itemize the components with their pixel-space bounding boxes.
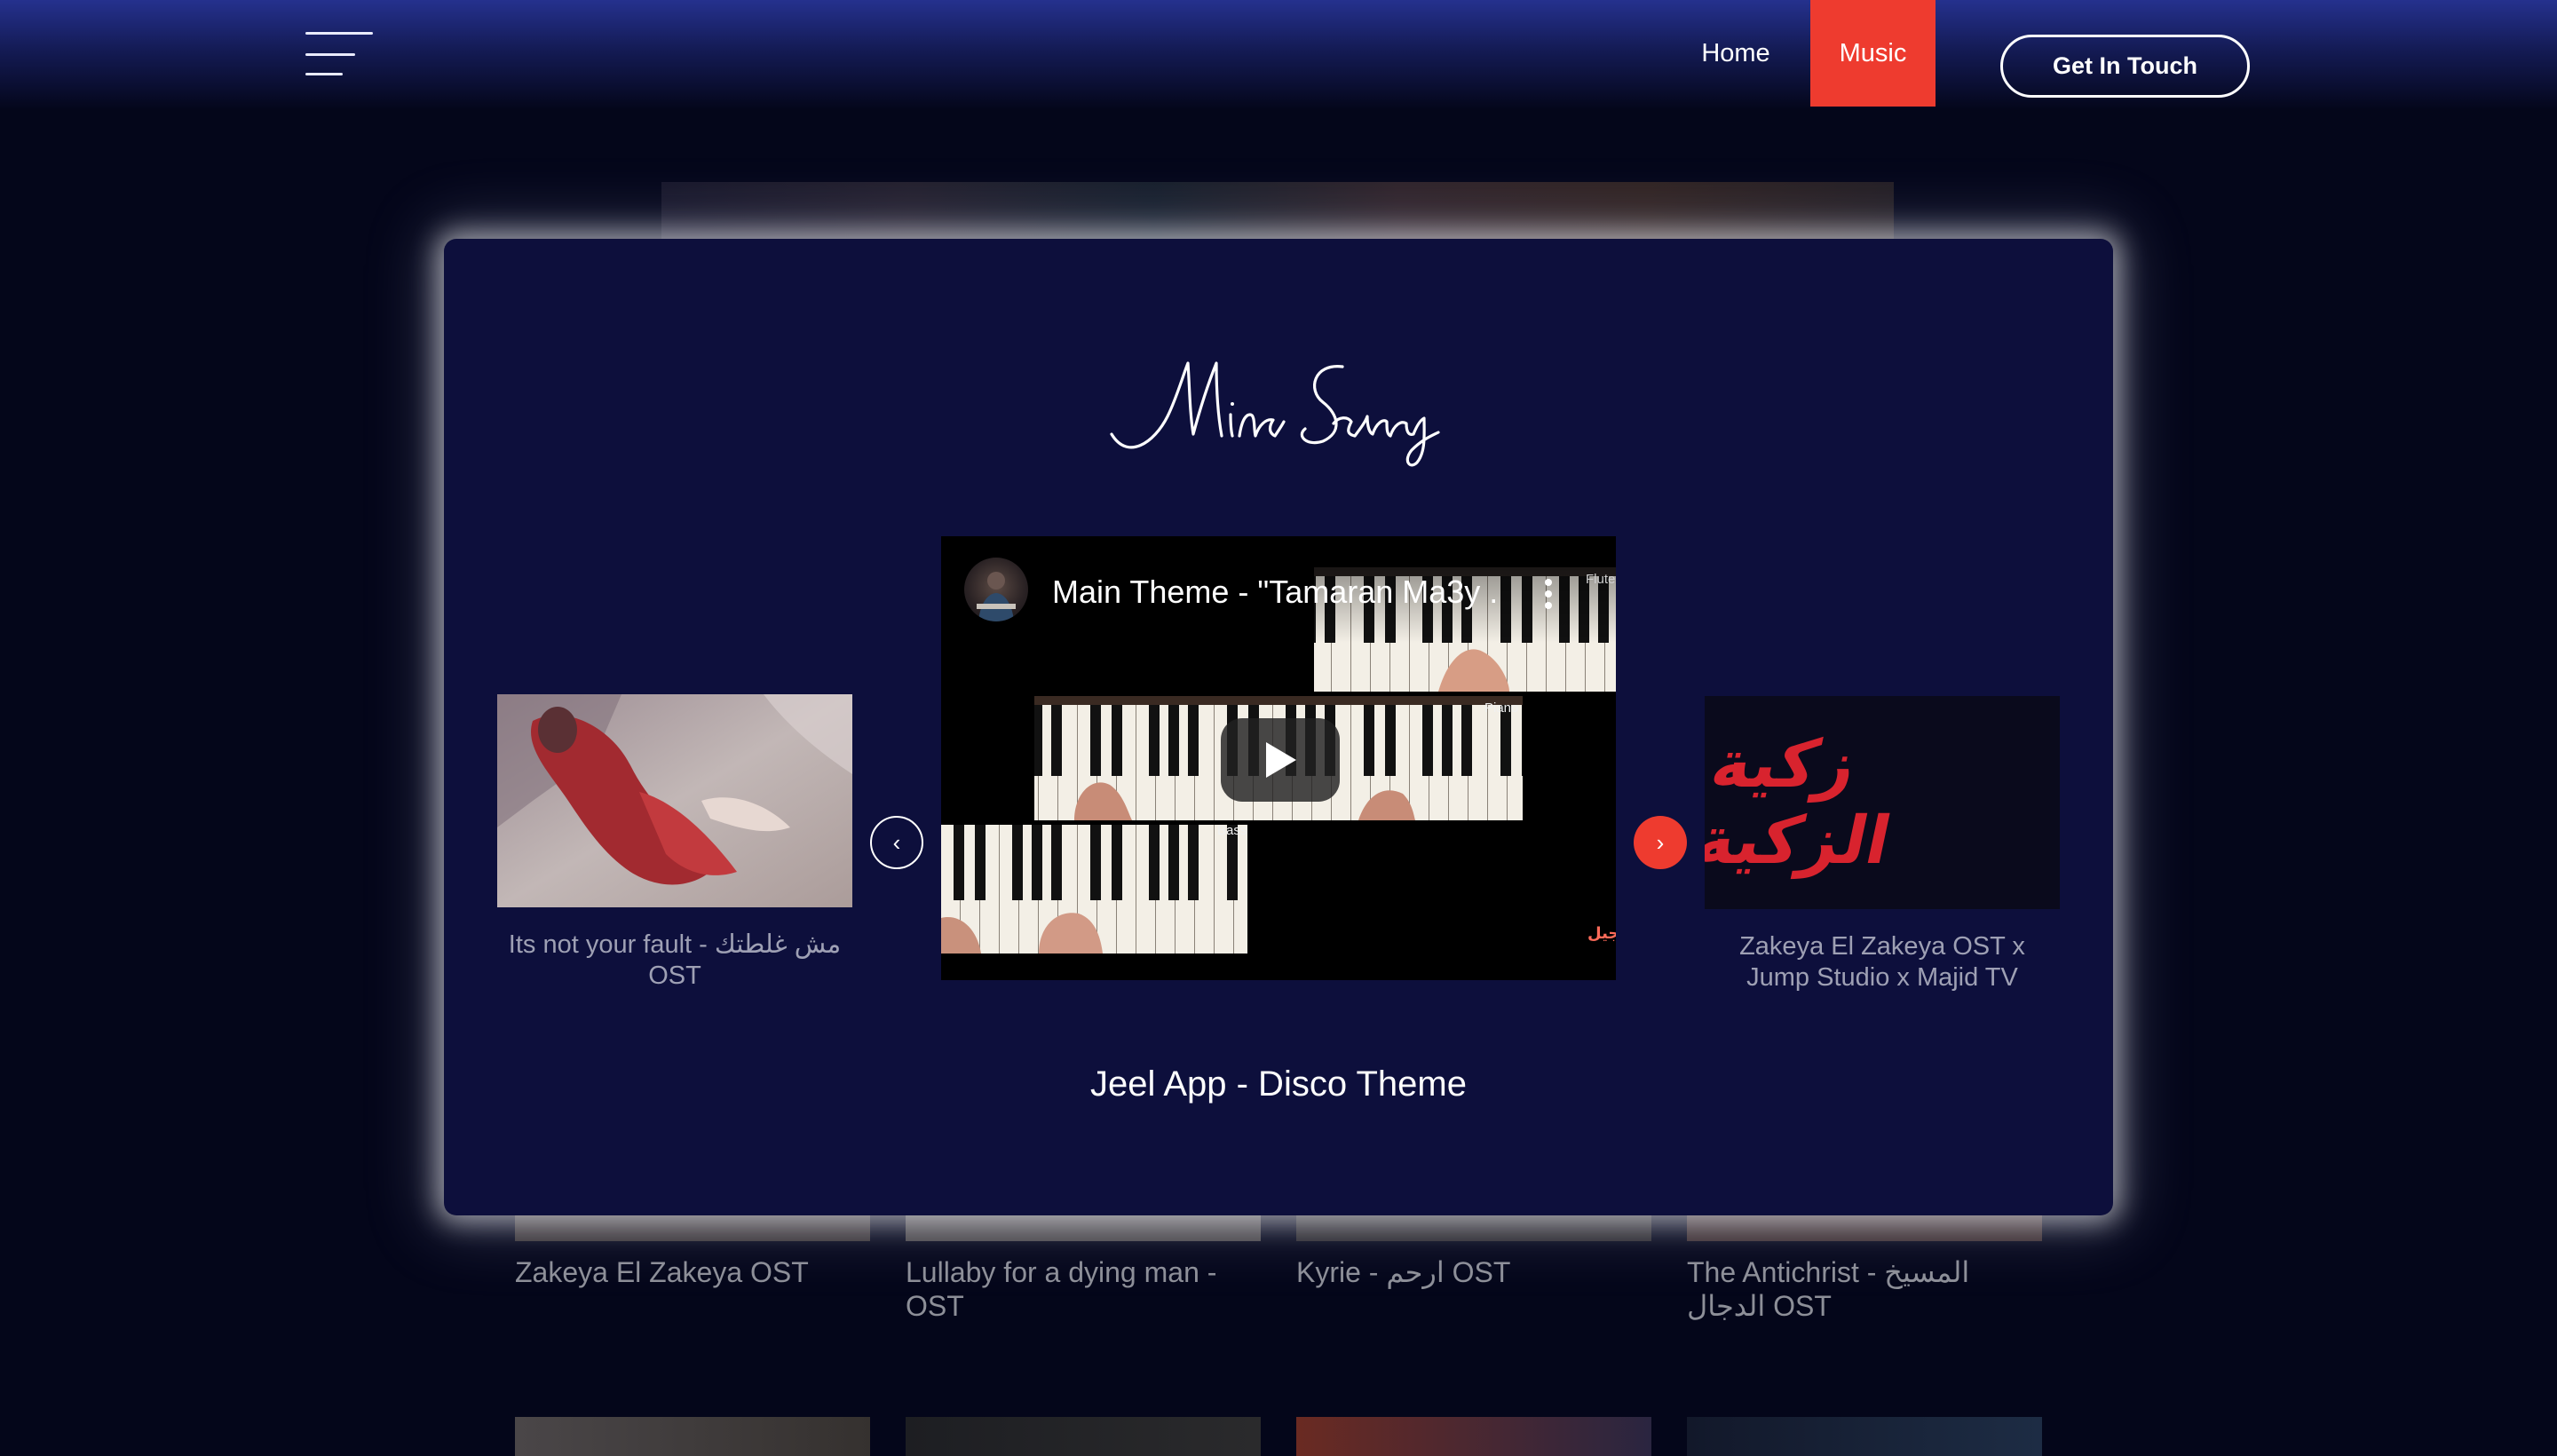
hamburger-menu-icon[interactable]: [305, 32, 373, 76]
prev-track-thumbnail[interactable]: [497, 694, 852, 907]
thumbnail-calligraphy: زكية الزكية: [1705, 726, 1898, 879]
youtube-video-player[interactable]: Main Theme - "Tamaran Ma3y ... Flute Pia…: [941, 536, 1616, 980]
channel-avatar[interactable]: [964, 558, 1028, 621]
painting-image: [497, 694, 852, 907]
video-title[interactable]: Main Theme - "Tamaran Ma3y ...: [1052, 574, 1496, 611]
current-track-title: Jeel App - Disco Theme: [1090, 1064, 1467, 1104]
flute-label: Flute: [1586, 572, 1616, 587]
grid-thumbnail[interactable]: [906, 1417, 1261, 1456]
get-in-touch-button[interactable]: Get In Touch: [2000, 35, 2250, 98]
play-icon: [1266, 742, 1296, 778]
nav-home-link[interactable]: Home: [1687, 0, 1785, 107]
next-track-thumbnail[interactable]: زكية الزكية: [1705, 696, 2060, 909]
more-options-icon[interactable]: [1545, 579, 1554, 611]
grid-item-title[interactable]: Kyrie - ارحم OST: [1296, 1255, 1651, 1289]
carousel-prev-button[interactable]: ‹: [870, 816, 923, 869]
music-lightbox: Its not your fault - مش غلطتك OST ‹ Main…: [444, 239, 2113, 1215]
carousel-next-button[interactable]: ›: [1634, 816, 1687, 869]
nav-music-link[interactable]: Music: [1810, 0, 1936, 107]
next-track-title[interactable]: Zakeya El Zakeya OST x Jump Studio x Maj…: [1705, 931, 2060, 993]
grid-item-title[interactable]: Lullaby for a dying man - OST: [906, 1255, 1261, 1323]
grid-thumbnail[interactable]: [1687, 1417, 2042, 1456]
piano-label: Piano: [1484, 700, 1519, 716]
grid-thumbnail[interactable]: [515, 1417, 870, 1456]
signature-logo: [1110, 361, 1440, 467]
chevron-left-icon: ‹: [892, 828, 901, 856]
grid-thumbnail[interactable]: [1296, 1417, 1651, 1456]
bass-label: Bass: [1217, 823, 1247, 838]
grid-thumbnail[interactable]: [1687, 1215, 2042, 1241]
site-header: Home Music Get In Touch: [0, 0, 2557, 110]
grid-thumbnail[interactable]: [1296, 1215, 1651, 1241]
grid-item-title[interactable]: The Antichrist - المسيخ الدجال OST: [1687, 1255, 2042, 1323]
grid-thumbnail[interactable]: [515, 1215, 870, 1241]
grid-item-title[interactable]: Zakeya El Zakeya OST: [515, 1255, 870, 1289]
chevron-right-icon: ›: [1656, 828, 1665, 856]
grid-thumbnail[interactable]: [906, 1215, 1261, 1241]
watermark-logo: جيل: [1587, 924, 1616, 942]
prev-track-title[interactable]: Its not your fault - مش غلطتك OST: [497, 930, 852, 992]
play-button[interactable]: [1221, 718, 1340, 802]
